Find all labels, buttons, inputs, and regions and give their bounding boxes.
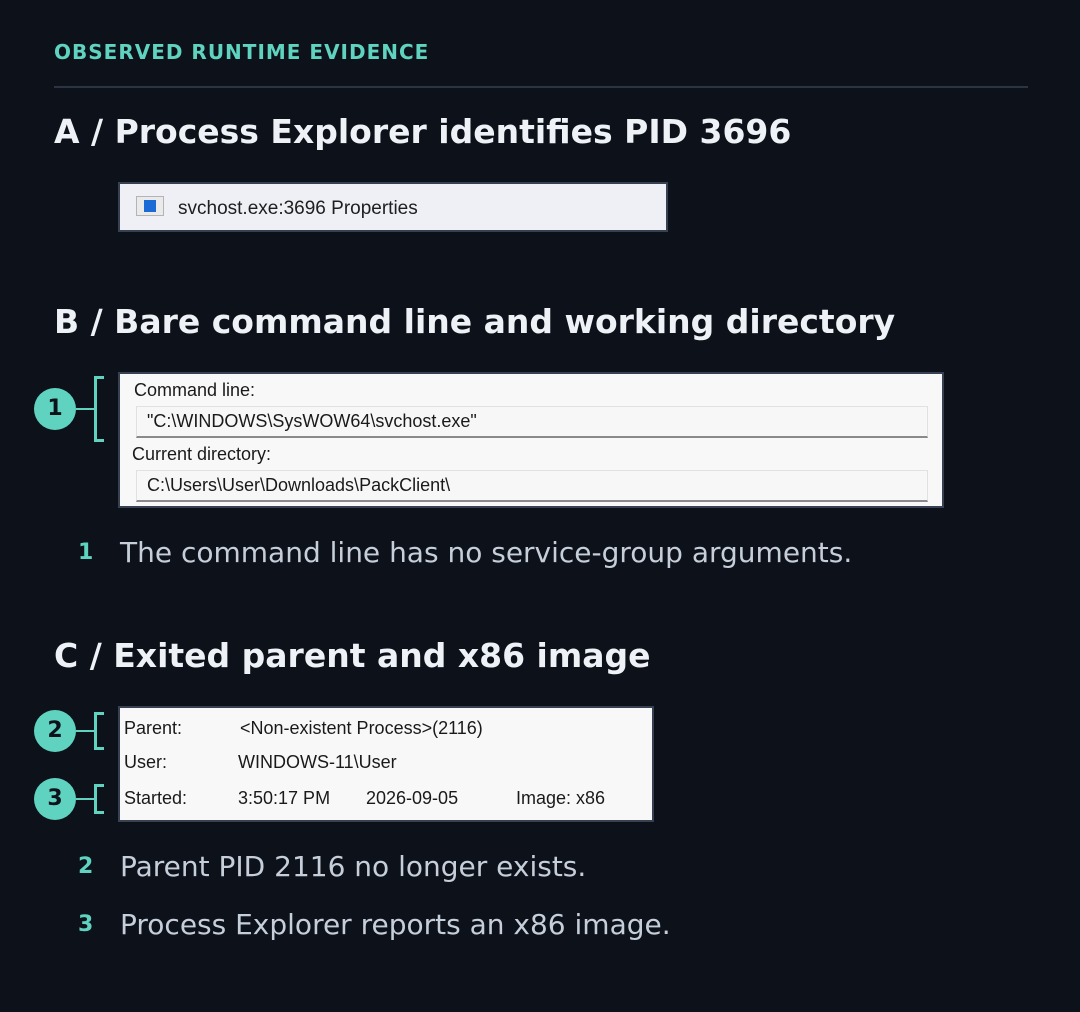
divider [54, 86, 1028, 88]
marker-1: 1 [34, 388, 76, 430]
parent-label: Parent: [124, 718, 183, 738]
started-time: 3:50:17 PM [238, 788, 331, 808]
command-line-field: "C:\WINDOWS\SysWOW64\svchost.exe" [136, 406, 928, 438]
image-architecture: Image: x86 [516, 788, 606, 808]
note-1-number: 1 [78, 540, 94, 565]
section-eyebrow: OBSERVED RUNTIME EVIDENCE [54, 40, 430, 64]
command-line-label: Command line: [134, 380, 256, 400]
screenshot-command-line: Command line: "C:\WINDOWS\SysWOW64\svcho… [118, 372, 944, 508]
window-app-icon [136, 196, 164, 216]
note-2-number: 2 [78, 854, 94, 879]
evidence-page: OBSERVED RUNTIME EVIDENCE A / Process Ex… [0, 0, 1080, 1012]
heading-section-a: A / Process Explorer identifies PID 3696 [54, 112, 792, 151]
note-3-text: Process Explorer reports an x86 image. [120, 908, 671, 941]
parent-value: <Non-existent Process>(2116) [240, 718, 483, 738]
marker-2-connector [76, 730, 94, 732]
marker-1-bracket [94, 376, 104, 442]
marker-3-connector [76, 798, 94, 800]
marker-2-bracket [94, 712, 104, 750]
current-directory-label: Current directory: [132, 444, 272, 464]
marker-2: 2 [34, 710, 76, 752]
current-directory-field: C:\Users\User\Downloads\PackClient\ [136, 470, 928, 502]
started-label: Started: [124, 788, 188, 808]
note-1-text: The command line has no service-group ar… [120, 536, 853, 569]
heading-section-c: C / Exited parent and x86 image [54, 636, 651, 675]
heading-section-b: B / Bare command line and working direct… [54, 302, 896, 341]
note-3-number: 3 [78, 912, 94, 937]
screenshot-process-info: Parent: <Non-existent Process>(2116) Use… [118, 706, 654, 822]
user-value: WINDOWS-11\User [238, 752, 397, 772]
user-label: User: [124, 752, 168, 772]
started-date: 2026-09-05 [366, 788, 459, 808]
window-title: svchost.exe:3696 Properties [178, 198, 418, 219]
screenshot-window-title: svchost.exe:3696 Properties [118, 182, 668, 232]
note-2-text: Parent PID 2116 no longer exists. [120, 850, 587, 883]
marker-3-bracket [94, 784, 104, 814]
marker-3: 3 [34, 778, 76, 820]
marker-1-connector [76, 408, 94, 410]
